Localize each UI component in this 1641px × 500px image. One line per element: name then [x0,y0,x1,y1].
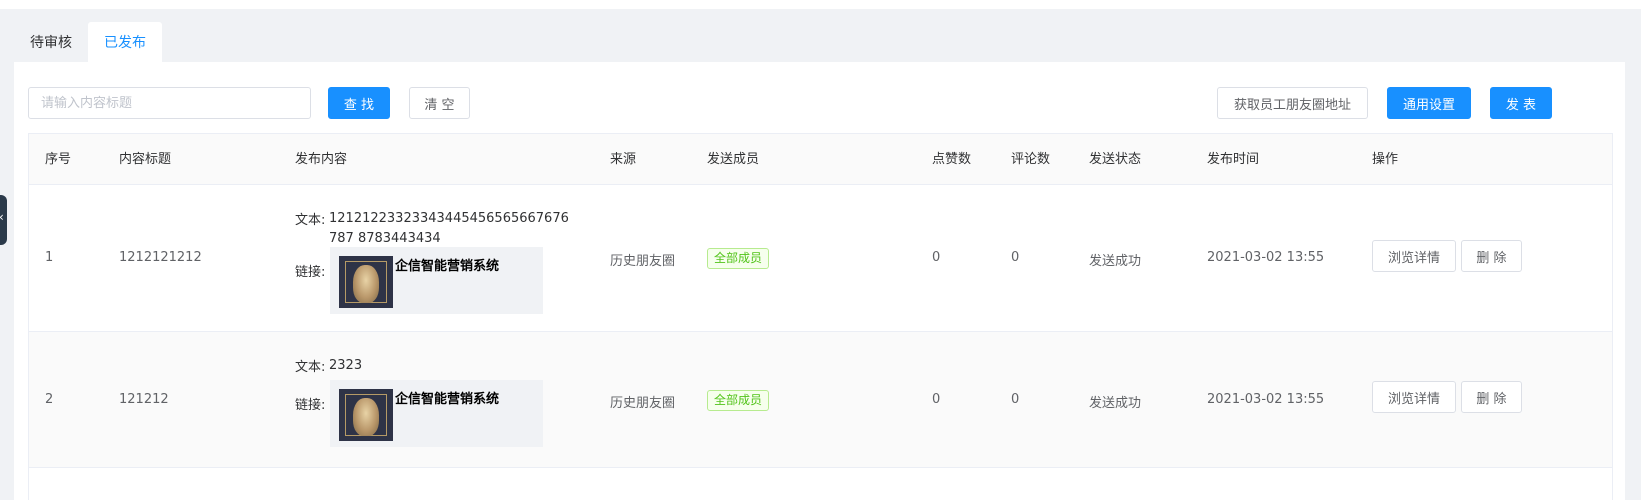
link-card[interactable]: 企信智能营销系统 [330,247,543,314]
column-header-likes: 点赞数 [932,152,972,167]
link-label: 链接: [295,265,326,280]
view-details-button[interactable]: 浏览详情 [1372,381,1456,413]
row-text: 12121223323343445456565667676787 8783443… [329,211,569,246]
view-details-button[interactable]: 浏览详情 [1372,240,1456,272]
column-header-title: 内容标题 [119,152,172,167]
link-label: 链接: [295,398,326,413]
toolbar: 查 找 清 空 获取员工朋友圈地址 通用设置 发 表 [28,87,1613,119]
row-time: 2021-03-02 13:55 [1207,250,1325,265]
sidebar-collapse-handle[interactable]: ‹ [0,195,7,245]
row-title: 1212121212 [119,250,202,265]
row-status: 发送成功 [1089,254,1142,269]
tab-bar: 待审核 已发布 [14,22,162,62]
row-comments: 0 [1011,250,1020,265]
general-settings-button[interactable]: 通用设置 [1387,87,1471,119]
row-title: 121212 [119,392,169,407]
top-strip [0,0,1641,9]
table-row: 1 1212121212 文本: 12121223323343445456565… [29,185,1612,332]
column-header-time: 发布时间 [1207,152,1260,167]
column-header-status: 发送状态 [1089,152,1142,167]
row-likes: 0 [932,392,941,407]
delete-button[interactable]: 删 除 [1461,381,1522,413]
row-content: 文本: 2323 链接: 企信智能营销系统 [295,356,585,456]
row-time: 2021-03-02 13:55 [1207,392,1325,407]
link-thumbnail [339,256,393,308]
column-header-source: 来源 [610,152,637,167]
link-title: 企信智能营销系统 [395,259,500,274]
find-button[interactable]: 查 找 [328,87,390,119]
table-row-partial [29,468,1612,500]
members-tag: 全部成员 [707,248,770,269]
table-header: 序号 内容标题 发布内容 来源 发送成员 点赞数 评论数 发送状态 发布时间 操… [29,134,1612,185]
table-row: 2 121212 文本: 2323 链接: 企信智能营销系统 历史朋友圈 全部成… [29,332,1612,468]
tab-published[interactable]: 已发布 [88,22,162,62]
row-index: 2 [45,392,54,407]
row-content: 文本: 12121223323343445456565667676787 878… [295,209,585,319]
column-header-members: 发送成员 [707,152,760,167]
row-source: 历史朋友圈 [610,396,676,411]
row-index: 1 [45,250,54,265]
row-source: 历史朋友圈 [610,254,676,269]
thumbnail-figure [353,265,379,303]
column-header-index: 序号 [45,152,72,167]
search-input[interactable] [28,87,311,119]
text-label: 文本: [295,213,326,228]
link-title: 企信智能营销系统 [395,392,500,407]
row-comments: 0 [1011,392,1020,407]
publish-button[interactable]: 发 表 [1490,87,1552,119]
clear-button[interactable]: 清 空 [409,87,470,119]
link-thumbnail [339,389,393,441]
link-card[interactable]: 企信智能营销系统 [330,380,543,447]
get-moments-address-button[interactable]: 获取员工朋友圈地址 [1217,87,1368,119]
row-text: 2323 [329,358,363,373]
tab-pending-review[interactable]: 待审核 [14,22,88,62]
thumbnail-figure [353,398,379,436]
column-header-content: 发布内容 [295,152,348,167]
row-likes: 0 [932,250,941,265]
row-status: 发送成功 [1089,396,1142,411]
delete-button[interactable]: 删 除 [1461,240,1522,272]
chevron-left-icon: ‹ [0,210,4,224]
column-header-comments: 评论数 [1011,152,1051,167]
column-header-actions: 操作 [1372,152,1399,167]
text-label: 文本: [295,360,326,375]
members-tag: 全部成员 [707,390,770,411]
published-table: 序号 内容标题 发布内容 来源 发送成员 点赞数 评论数 发送状态 发布时间 操… [28,133,1613,500]
main-panel: 查 找 清 空 获取员工朋友圈地址 通用设置 发 表 序号 内容标题 发布内容 … [14,62,1625,500]
